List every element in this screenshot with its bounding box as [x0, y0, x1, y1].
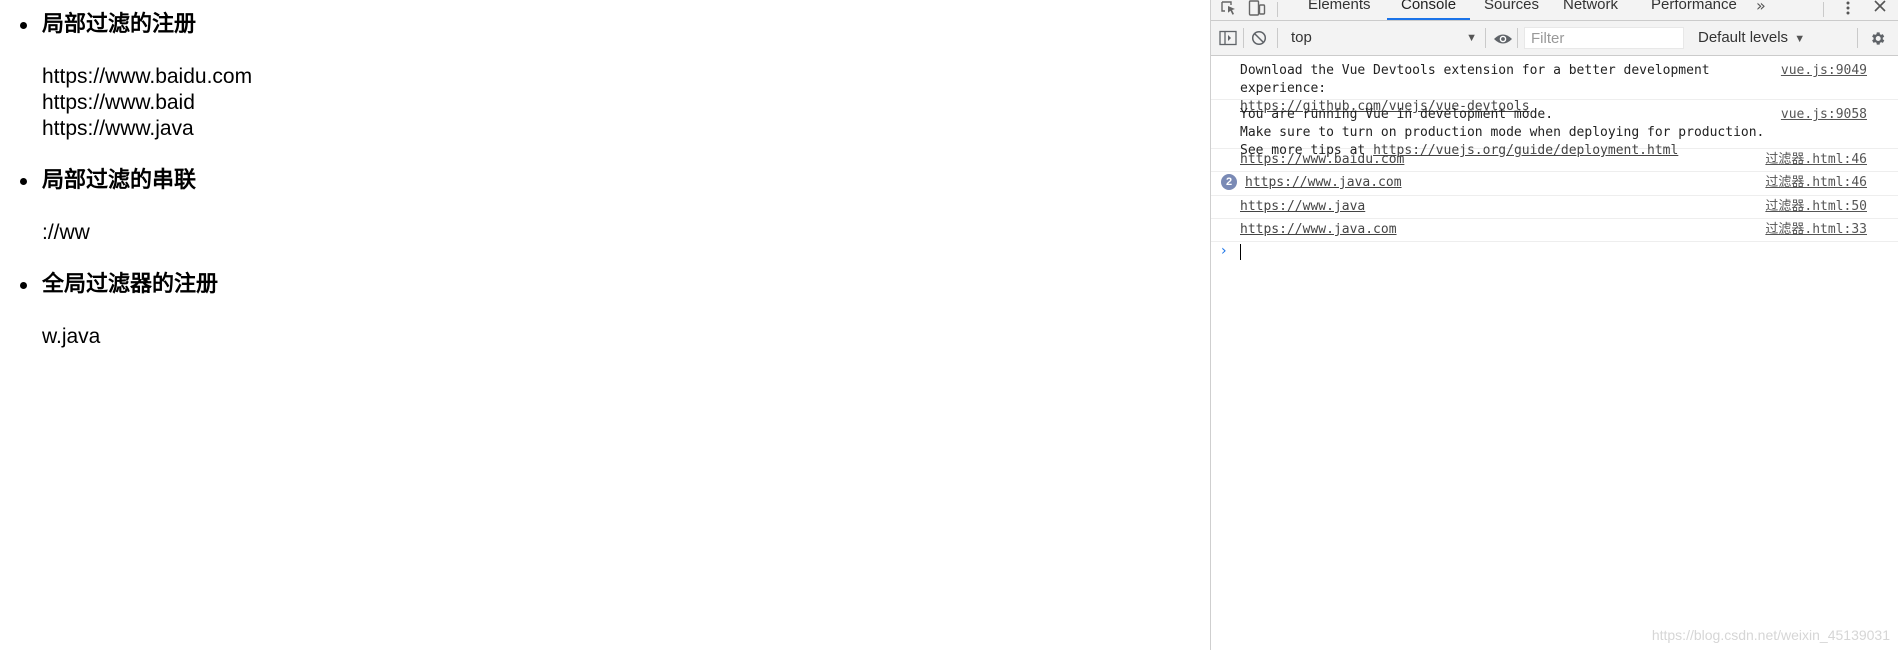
toolbar-separator [1517, 28, 1518, 48]
sidebar-toggle-icon[interactable] [1219, 30, 1237, 50]
tab-console[interactable]: Console [1401, 0, 1456, 13]
section-global-filter-register: 全局过滤器的注册 w.java [20, 272, 218, 350]
console-prompt[interactable]: › [1211, 242, 1898, 262]
section-heading: 局部过滤的串联 [20, 168, 196, 194]
message-source-link[interactable]: 过滤器.html:33 [1765, 221, 1867, 239]
message-source-link[interactable]: vue.js:9049 [1781, 62, 1867, 80]
tab-separator [1823, 2, 1824, 17]
rendered-page: 局部过滤的注册 https://www.baidu.com https://ww… [0, 0, 1210, 650]
bullet-icon [20, 282, 27, 289]
console-message: Download the Vue Devtools extension for … [1211, 56, 1898, 114]
devtools-panel: Elements Console Sources Network Perform… [1210, 0, 1898, 650]
content-line: https://www.baid [42, 91, 195, 114]
section-heading: 全局过滤器的注册 [20, 272, 218, 298]
device-toolbar-icon[interactable] [1248, 0, 1266, 17]
double-chevron-right-icon[interactable]: » [1756, 0, 1766, 15]
dropdown-caret-icon: ▼ [1794, 33, 1806, 45]
text-cursor [1240, 244, 1241, 260]
prompt-chevron-icon: › [1221, 243, 1227, 259]
console-message: 2 https://www.java.com 过滤器.html:46 [1211, 172, 1898, 196]
log-levels-select[interactable]: Default levels ▼ [1698, 27, 1805, 49]
devtools-tabbar: Elements Console Sources Network Perform… [1211, 0, 1898, 21]
message-link[interactable]: https://www.java [1240, 199, 1365, 214]
dropdown-caret-icon: ▼ [1466, 32, 1477, 44]
filter-input[interactable]: Filter [1524, 27, 1684, 49]
message-link[interactable]: https://www.java.com [1245, 175, 1402, 190]
message-text: Download the Vue Devtools extension for … [1240, 63, 1710, 96]
tab-performance[interactable]: Performance [1651, 0, 1737, 13]
section-local-filter-register: 局部过滤的注册 https://www.baidu.com https://ww… [20, 12, 252, 142]
message-source-link[interactable]: 过滤器.html:50 [1765, 198, 1867, 216]
message-source-link[interactable]: 过滤器.html:46 [1765, 151, 1867, 169]
close-icon[interactable] [1873, 0, 1887, 16]
message-source-link[interactable]: vue.js:9058 [1781, 106, 1867, 124]
eye-icon[interactable] [1493, 31, 1513, 50]
context-select[interactable]: top ▼ [1291, 27, 1481, 49]
inspect-element-icon[interactable] [1220, 0, 1238, 17]
toolbar-separator [1277, 28, 1278, 48]
console-message: https://www.baidu.com 过滤器.html:46 [1211, 149, 1898, 172]
console-message: https://www.java.com 过滤器.html:33 [1211, 219, 1898, 242]
kebab-menu-icon[interactable] [1845, 0, 1851, 17]
tab-elements[interactable]: Elements [1308, 0, 1371, 13]
toolbar-separator [1243, 28, 1244, 48]
context-value: top [1291, 29, 1312, 46]
watermark: https://blog.csdn.net/weixin_45139031 [1651, 627, 1890, 643]
message-source-link[interactable]: 过滤器.html:46 [1765, 174, 1867, 192]
clear-console-icon[interactable] [1251, 30, 1267, 50]
content-line: ://ww [42, 221, 90, 244]
console-messages: Download the Vue Devtools extension for … [1211, 56, 1898, 262]
section-heading: 局部过滤的注册 [20, 12, 252, 38]
console-message: https://www.java 过滤器.html:50 [1211, 196, 1898, 219]
tab-network[interactable]: Network [1563, 0, 1618, 13]
section-content: ://ww [20, 220, 196, 246]
message-link[interactable]: https://www.java.com [1240, 222, 1397, 237]
content-line: https://www.baidu.com [42, 65, 253, 88]
section-local-filter-chain: 局部过滤的串联 ://ww [20, 168, 196, 246]
active-tab-indicator [1387, 18, 1470, 20]
repeat-count-badge: 2 [1221, 174, 1237, 190]
section-content: w.java [20, 324, 218, 350]
content-line: w.java [42, 325, 101, 348]
console-toolbar: top ▼ Filter Default levels ▼ [1211, 21, 1898, 56]
section-title: 局部过滤的注册 [42, 12, 197, 37]
gear-icon[interactable] [1869, 30, 1886, 51]
tab-sources[interactable]: Sources [1484, 0, 1539, 13]
levels-label: Default levels [1698, 29, 1789, 46]
console-message: You are running Vue in development mode.… [1211, 100, 1898, 158]
section-title: 局部过滤的串联 [42, 168, 197, 193]
content-line: https://www.java [42, 117, 194, 140]
tab-separator [1277, 2, 1278, 17]
section-content: https://www.baidu.com https://www.baid h… [20, 64, 252, 142]
section-title: 全局过滤器的注册 [42, 272, 219, 297]
bullet-icon [20, 178, 27, 185]
toolbar-separator [1857, 28, 1858, 48]
message-link[interactable]: https://www.baidu.com [1240, 152, 1404, 167]
toolbar-separator [1485, 28, 1486, 48]
filter-placeholder: Filter [1531, 30, 1565, 47]
bullet-icon [20, 22, 27, 29]
